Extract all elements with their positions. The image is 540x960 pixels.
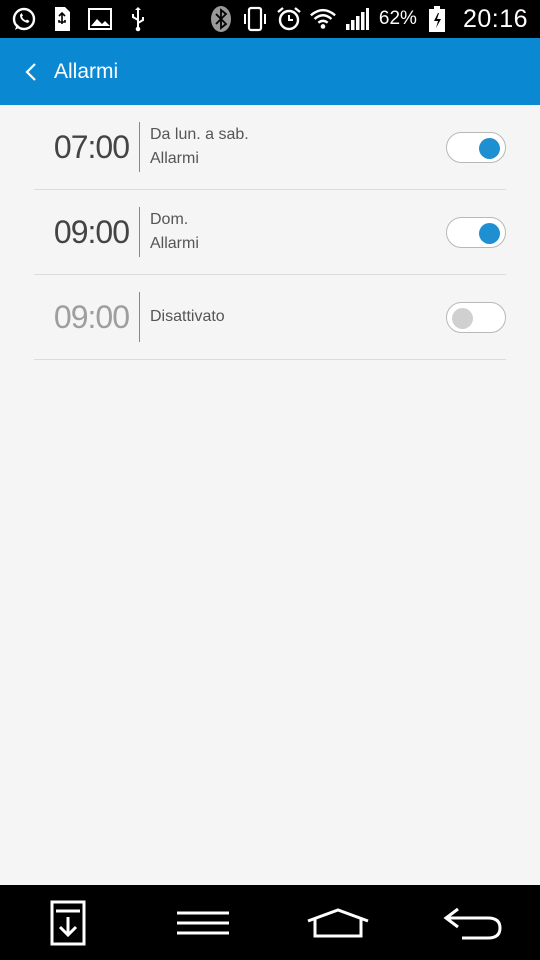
download-button[interactable] [28, 893, 108, 953]
back-nav-button[interactable] [433, 893, 513, 953]
alarm-item[interactable]: 09:00 Dom. Allarmi [34, 190, 506, 275]
divider [139, 292, 140, 342]
navigation-bar [0, 885, 540, 960]
divider [139, 207, 140, 257]
alarm-clock-icon [275, 5, 303, 33]
battery-percentage: 62% [378, 8, 417, 29]
toggle-knob [452, 308, 473, 329]
alarm-time: 09:00 [53, 298, 130, 335]
alarm-toggle[interactable] [446, 217, 506, 248]
alarm-status: Disattivato [150, 308, 225, 325]
toggle-knob [479, 138, 500, 159]
home-button[interactable] [298, 893, 378, 953]
image-icon [86, 5, 114, 33]
back-icon [443, 907, 502, 939]
signal-icon [343, 5, 371, 33]
page-title: Allarmi [54, 59, 119, 83]
bluetooth-icon [207, 5, 235, 33]
home-icon [306, 907, 369, 937]
alarm-toggle[interactable] [446, 302, 506, 333]
menu-icon [176, 911, 229, 934]
toggle-knob [479, 223, 500, 244]
divider [139, 122, 140, 172]
usb-storage-icon [48, 5, 76, 33]
alarm-labels: Dom. Allarmi [150, 211, 199, 253]
download-icon [50, 900, 85, 945]
whatsapp-icon [10, 5, 38, 33]
chevron-left-icon [25, 62, 36, 81]
status-bar: 62% 20:16 [0, 0, 540, 38]
vibrate-icon [241, 5, 269, 33]
app-bar: Allarmi [0, 38, 540, 105]
usb-icon [124, 5, 152, 33]
wifi-icon [309, 5, 337, 33]
alarm-label: Allarmi [150, 235, 199, 252]
status-clock: 20:16 [462, 4, 528, 33]
alarm-toggle[interactable] [446, 132, 506, 163]
alarm-time: 07:00 [53, 128, 130, 165]
alarm-repeat: Da lun. a sab. [150, 126, 249, 143]
alarm-list: 07:00 Da lun. a sab. Allarmi 09:00 Dom. … [34, 105, 506, 360]
alarm-item[interactable]: 07:00 Da lun. a sab. Allarmi [34, 105, 506, 190]
back-button[interactable] [6, 38, 56, 105]
alarm-label: Allarmi [150, 150, 199, 167]
alarm-time: 09:00 [53, 213, 130, 250]
alarm-labels: Disattivato [150, 308, 225, 326]
alarm-repeat: Dom. [150, 211, 189, 228]
menu-button[interactable] [163, 893, 243, 953]
alarm-item[interactable]: 09:00 Disattivato [34, 275, 506, 360]
battery-charging-icon [423, 5, 451, 33]
alarm-labels: Da lun. a sab. Allarmi [150, 126, 249, 168]
